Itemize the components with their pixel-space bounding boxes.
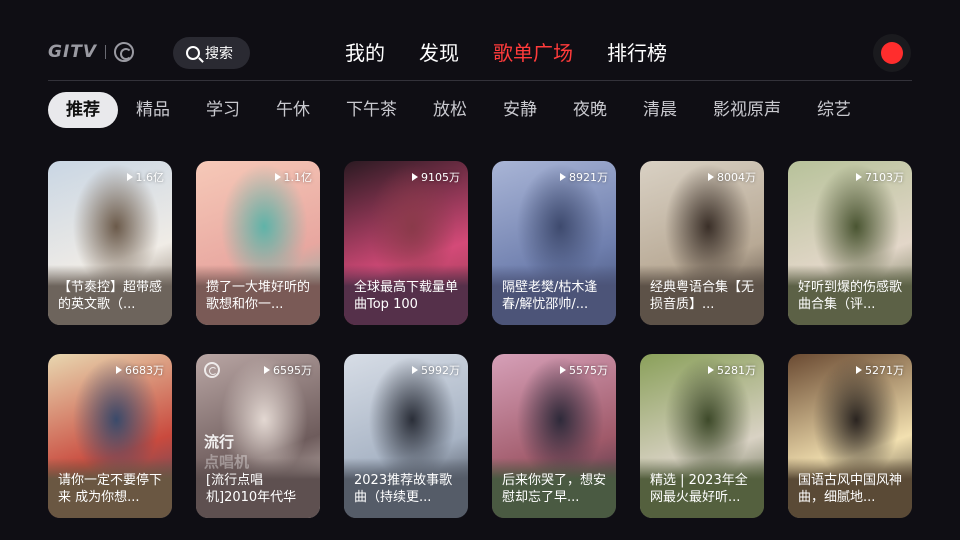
playlist-card[interactable]: 流行点唱机 6595万 [流行点唱机]2010年代华语... — [196, 354, 320, 518]
cover-overlay-text: 流行 点唱机 — [204, 432, 249, 472]
tab-3[interactable]: 午休 — [258, 92, 328, 128]
play-count-value: 5281万 — [717, 364, 756, 377]
play-icon — [856, 173, 862, 181]
playlist-title: 【节奏控】超带感的英文歌（... — [58, 280, 163, 312]
play-icon — [856, 366, 862, 374]
logo-divider — [105, 45, 107, 59]
play-count: 5271万 — [856, 362, 904, 378]
tab-7[interactable]: 夜晚 — [555, 92, 625, 128]
playlist-title: [流行点唱机]2010年代华语... — [206, 473, 297, 505]
play-count-value: 5992万 — [421, 364, 460, 377]
search-button[interactable]: 搜索 — [173, 37, 250, 69]
playlist-title: 经典粤语合集【无损音质】... — [650, 280, 755, 312]
app-logo: GITV — [48, 42, 135, 62]
playlist-card[interactable]: 5281万精选 | 2023年全网最火最好听... — [640, 354, 764, 518]
main-nav: 我的 发现 歌单广场 排行榜 — [345, 40, 667, 66]
play-count-value: 5271万 — [865, 364, 904, 377]
play-icon — [560, 173, 566, 181]
tab-6[interactable]: 安静 — [485, 92, 555, 128]
playlist-card[interactable]: 1.1亿攒了一大堆好听的歌想和你一... — [196, 161, 320, 325]
play-count: 6595万 — [264, 362, 312, 378]
playlist-card[interactable]: 8921万隔壁老樊/枯木逢春/解忧邵帅/... — [492, 161, 616, 325]
play-icon — [560, 366, 566, 374]
play-count: 5281万 — [708, 362, 756, 378]
playlist-title: 2023推荐故事歌曲（持续更... — [354, 473, 453, 505]
netease-logo-icon — [204, 362, 220, 378]
nav-item-1[interactable]: 发现 — [419, 40, 459, 66]
nav-item-0[interactable]: 我的 — [345, 40, 385, 66]
tab-4[interactable]: 下午茶 — [328, 92, 415, 128]
playlist-title: 隔壁老樊/枯木逢春/解忧邵帅/... — [502, 280, 598, 312]
top-bar: GITV 搜索 我的 发现 歌单广场 排行榜 — [0, 0, 960, 80]
nav-item-2[interactable]: 歌单广场 — [493, 40, 573, 66]
tab-10[interactable]: 综艺 — [799, 92, 869, 128]
play-count: 5992万 — [412, 362, 460, 378]
tab-2[interactable]: 学习 — [188, 92, 258, 128]
playlist-title: 好听到爆的伤感歌曲合集（评... — [798, 280, 903, 312]
play-count-value: 7103万 — [865, 171, 904, 184]
netease-logo-icon — [114, 42, 135, 62]
play-count-value: 1.6亿 — [135, 171, 165, 184]
playlist-title: 精选 | 2023年全网最火最好听... — [650, 473, 748, 505]
playlist-card[interactable]: 5271万国语古风中国风神曲，细腻地... — [788, 354, 912, 518]
search-icon — [186, 46, 200, 60]
play-count: 8004万 — [708, 169, 756, 185]
play-count: 9105万 — [412, 169, 460, 185]
play-icon — [264, 366, 270, 374]
tab-5[interactable]: 放松 — [415, 92, 485, 128]
tab-8[interactable]: 清晨 — [625, 92, 695, 128]
play-count-value: 5575万 — [569, 364, 608, 377]
play-count-value: 6683万 — [125, 364, 164, 377]
play-count: 6683万 — [116, 362, 164, 378]
playlist-card[interactable]: 8004万经典粤语合集【无损音质】... — [640, 161, 764, 325]
play-icon — [708, 366, 714, 374]
playlist-title: 请你一定不要停下来 成为你想... — [58, 473, 163, 505]
category-tabs: 推荐 精品 学习 午休 下午茶 放松 安静 夜晚 清晨 影视原声 综艺 — [48, 92, 869, 128]
play-icon — [274, 173, 281, 181]
playlist-card[interactable]: 5575万后来你哭了，想安慰却忘了早... — [492, 354, 616, 518]
play-icon — [126, 173, 133, 181]
play-icon — [708, 173, 714, 181]
play-count: 5575万 — [560, 362, 608, 378]
play-count: 1.6亿 — [126, 169, 165, 185]
search-label: 搜索 — [205, 46, 233, 62]
play-count-value: 1.1亿 — [283, 171, 313, 184]
play-count-value: 8004万 — [717, 171, 756, 184]
playlist-title: 后来你哭了，想安慰却忘了早... — [502, 473, 607, 505]
header-divider — [48, 80, 912, 81]
play-icon — [412, 173, 418, 181]
playlist-title: 攒了一大堆好听的歌想和你一... — [206, 280, 311, 312]
playlist-title: 国语古风中国风神曲，细腻地... — [798, 473, 903, 505]
nav-item-3[interactable]: 排行榜 — [607, 40, 667, 66]
record-dot-icon — [881, 42, 903, 64]
playlist-card[interactable]: 1.6亿【节奏控】超带感的英文歌（... — [48, 161, 172, 325]
play-count-value: 8921万 — [569, 171, 608, 184]
play-icon — [116, 366, 122, 374]
play-count: 8921万 — [560, 169, 608, 185]
tab-0[interactable]: 推荐 — [48, 92, 118, 128]
play-icon — [412, 366, 418, 374]
tab-9[interactable]: 影视原声 — [695, 92, 799, 128]
playlist-card[interactable]: 6683万请你一定不要停下来 成为你想... — [48, 354, 172, 518]
play-count-value: 9105万 — [421, 171, 460, 184]
play-count-value: 6595万 — [273, 364, 312, 377]
cover-overlay-line: 流行 — [204, 433, 235, 451]
play-count: 7103万 — [856, 169, 904, 185]
cover-overlay-line: 点唱机 — [204, 453, 250, 471]
tab-1[interactable]: 精品 — [118, 92, 188, 128]
record-button[interactable] — [873, 34, 911, 72]
play-count: 1.1亿 — [274, 169, 313, 185]
playlist-card[interactable]: 9105万全球最高下载量单曲Top 100 — [344, 161, 468, 325]
logo-text: GITV — [48, 42, 98, 62]
playlist-card[interactable]: 7103万好听到爆的伤感歌曲合集（评... — [788, 161, 912, 325]
playlist-card[interactable]: 5992万 2023推荐故事歌曲（持续更... — [344, 354, 468, 518]
playlist-title: 全球最高下载量单曲Top 100 — [354, 280, 459, 312]
